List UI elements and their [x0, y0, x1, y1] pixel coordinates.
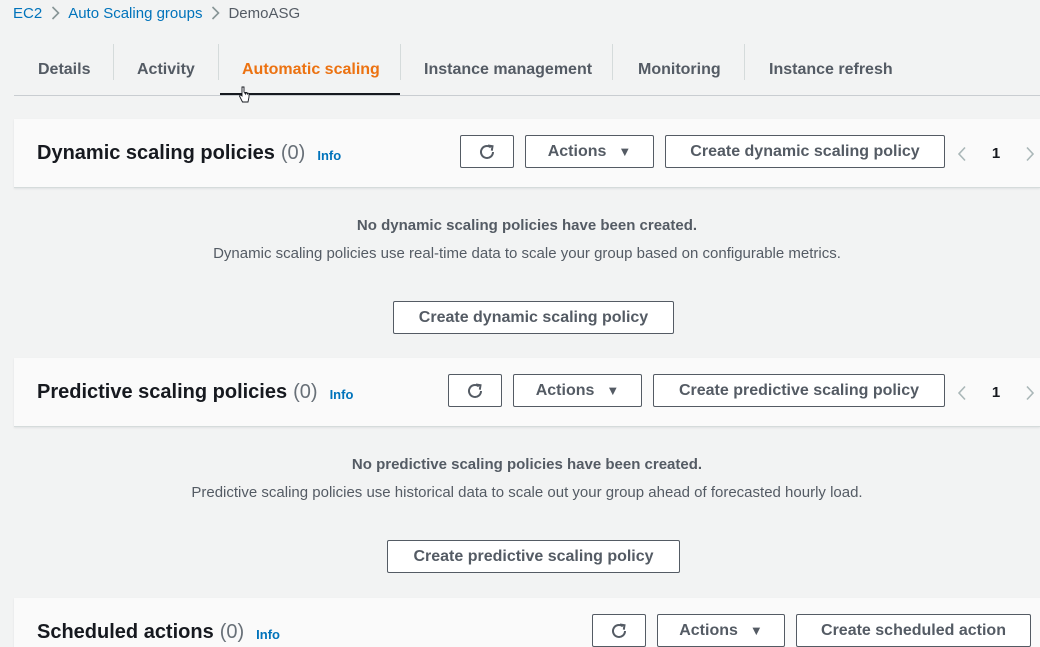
tab-divider [612, 44, 613, 80]
tab-divider [113, 44, 114, 80]
dynamic-refresh-button[interactable] [460, 135, 514, 168]
scheduled-actions-button[interactable]: Actions ▼ [657, 614, 785, 647]
breadcrumb-current: DemoASG [228, 4, 301, 22]
mouse-pointer-icon [238, 86, 250, 103]
predictive-scaling-title: Predictive scaling policies (0) Info [37, 358, 353, 427]
scheduled-actions-label: Actions [679, 621, 738, 639]
predictive-pagination: 1 [954, 358, 1038, 427]
dynamic-page-number[interactable]: 1 [970, 145, 1022, 162]
scheduled-actions-header: Scheduled actions (0) Info Actions ▼ Cre… [14, 598, 1040, 647]
tab-details[interactable]: Details [38, 44, 90, 95]
refresh-icon [480, 144, 494, 159]
predictive-empty-state: No predictive scaling policies have been… [14, 456, 1040, 501]
caret-down-icon: ▼ [749, 623, 763, 638]
dynamic-scaling-title-text: Dynamic scaling policies [37, 142, 275, 164]
chevron-left-icon[interactable] [954, 146, 970, 162]
tab-bar: Details Activity Automatic scaling Insta… [14, 44, 1040, 96]
predictive-scaling-info-link[interactable]: Info [330, 387, 354, 402]
predictive-scaling-title-text: Predictive scaling policies [37, 381, 288, 403]
create-dynamic-policy-button[interactable]: Create dynamic scaling policy [665, 135, 945, 168]
tab-divider [744, 44, 745, 80]
dynamic-actions-label: Actions [547, 142, 607, 160]
caret-down-icon: ▼ [618, 144, 632, 159]
scheduled-actions-count: (0) [219, 621, 245, 643]
chevron-right-icon[interactable] [1022, 385, 1038, 401]
scheduled-refresh-button[interactable] [592, 614, 646, 647]
tab-automatic-scaling[interactable]: Automatic scaling [242, 44, 380, 95]
dynamic-actions-button[interactable]: Actions ▼ [525, 135, 654, 168]
scheduled-actions-info-link[interactable]: Info [256, 627, 280, 642]
predictive-actions-button[interactable]: Actions ▼ [513, 374, 642, 407]
dynamic-empty-description: Dynamic scaling policies use real-time d… [213, 245, 841, 262]
dynamic-empty-state: No dynamic scaling policies have been cr… [14, 217, 1040, 262]
chevron-right-icon [202, 6, 228, 20]
breadcrumb-ec2-link[interactable]: EC2 [13, 5, 42, 22]
tab-divider [400, 44, 401, 80]
dynamic-scaling-count: (0) [280, 142, 306, 164]
chevron-left-icon[interactable] [954, 385, 970, 401]
predictive-page-number[interactable]: 1 [970, 384, 1022, 401]
refresh-icon [612, 623, 626, 638]
predictive-actions-label: Actions [535, 381, 595, 399]
create-predictive-policy-empty-button[interactable]: Create predictive scaling policy [387, 540, 680, 573]
create-predictive-policy-button[interactable]: Create predictive scaling policy [653, 374, 945, 407]
predictive-scaling-count: (0) [293, 381, 318, 403]
tab-monitoring[interactable]: Monitoring [638, 44, 721, 95]
auto-scaling-page: EC2 Auto Scaling groups DemoASG Details … [0, 0, 1040, 647]
dynamic-scaling-header: Dynamic scaling policies (0) Info Action… [14, 119, 1040, 188]
dynamic-pagination: 1 [954, 119, 1038, 188]
dynamic-scaling-title: Dynamic scaling policies (0) Info [37, 119, 341, 188]
tab-instance-refresh[interactable]: Instance refresh [769, 44, 893, 95]
chevron-right-icon [42, 6, 68, 20]
scheduled-actions-title: Scheduled actions (0) Info [37, 598, 280, 647]
predictive-refresh-button[interactable] [448, 374, 502, 407]
tab-instance-management[interactable]: Instance management [424, 44, 592, 95]
scheduled-actions-title-text: Scheduled actions [37, 621, 214, 643]
dynamic-empty-title: No dynamic scaling policies have been cr… [356, 217, 698, 234]
tab-divider [218, 44, 219, 80]
chevron-right-icon[interactable] [1022, 146, 1038, 162]
tab-activity[interactable]: Activity [137, 44, 195, 95]
refresh-icon [468, 383, 482, 398]
breadcrumb: EC2 Auto Scaling groups DemoASG [13, 3, 300, 23]
predictive-scaling-header: Predictive scaling policies (0) Info Act… [14, 358, 1040, 427]
predictive-empty-description: Predictive scaling policies use historic… [191, 484, 863, 501]
caret-down-icon: ▼ [606, 383, 620, 398]
create-dynamic-policy-empty-button[interactable]: Create dynamic scaling policy [393, 301, 674, 334]
create-scheduled-action-button[interactable]: Create scheduled action [796, 614, 1031, 647]
dynamic-scaling-info-link[interactable]: Info [317, 148, 341, 163]
breadcrumb-asg-link[interactable]: Auto Scaling groups [68, 5, 202, 22]
predictive-empty-title: No predictive scaling policies have been… [351, 456, 703, 473]
